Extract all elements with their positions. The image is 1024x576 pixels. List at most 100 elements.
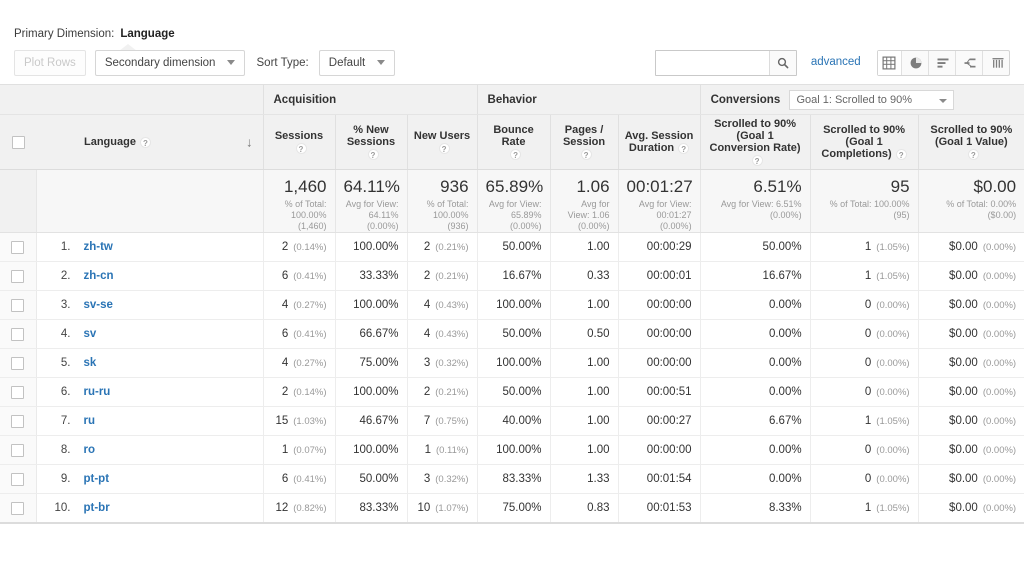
acquisition-group-label: Acquisition	[273, 93, 337, 106]
summary-new-users-sub: % of Total: 100.00% (936)	[426, 199, 469, 231]
column-header-bounce-rate[interactable]: Bounce Rate?	[476, 114, 551, 170]
cell-goal-completions-value: 1	[864, 415, 872, 427]
column-header-goal-value[interactable]: Scrolled to 90% (Goal 1 Value)?	[917, 114, 1024, 170]
cell-avg-duration: 00:00:01	[617, 261, 701, 291]
cell-pages-session: 0.83	[549, 493, 619, 523]
row-checkbox[interactable]	[11, 443, 25, 457]
cell-goal-value-value: $0.00	[949, 299, 978, 311]
sort-descending-icon[interactable]: ↓	[246, 136, 253, 149]
cell-goal-completions: 0 (0.00%)	[809, 464, 919, 494]
row-checkbox-cell	[0, 348, 37, 378]
cell-bounce-rate: 100.00%	[476, 290, 551, 320]
comparison-view-icon[interactable]	[959, 51, 983, 75]
cell-pages-session: 0.50	[549, 319, 619, 349]
goal-select-dropdown[interactable]: Goal 1: Scrolled to 90%	[789, 89, 955, 110]
row-index: 3.	[60, 299, 71, 311]
sort-type-select[interactable]: Default	[318, 50, 396, 76]
help-icon[interactable]: ?	[295, 142, 307, 154]
row-checkbox[interactable]	[11, 501, 25, 515]
help-icon[interactable]: ?	[751, 154, 763, 166]
column-header-goal-completions[interactable]: Scrolled to 90% (Goal 1 Completions)?	[809, 114, 919, 170]
row-checkbox[interactable]	[11, 240, 25, 254]
cell-sessions-pct: (0.41%)	[293, 329, 327, 340]
column-header-new-sessions[interactable]: % New Sessions?	[334, 114, 407, 170]
help-icon[interactable]: ?	[967, 148, 979, 160]
secondary-dimension-button[interactable]: Secondary dimension	[94, 50, 246, 76]
row-language-link[interactable]: zh-tw	[84, 241, 113, 253]
row-language-link[interactable]: sv	[84, 328, 97, 340]
row-language-link[interactable]: ro	[84, 444, 96, 456]
toolbar-right-group: advanced	[654, 50, 1010, 76]
column-header-avg-duration[interactable]: Avg. Session Duration?	[617, 114, 701, 170]
row-checkbox[interactable]	[11, 385, 25, 399]
help-icon[interactable]: ?	[510, 148, 522, 160]
cell-new-users-pct: (0.75%)	[435, 416, 469, 427]
help-icon[interactable]: ?	[438, 142, 450, 154]
cell-sessions: 6 (0.41%)	[262, 464, 335, 494]
column-header-goal-rate[interactable]: Scrolled to 90% (Goal 1 Conversion Rate)…	[699, 114, 811, 170]
cell-goal-value-pct: (0.00%)	[982, 503, 1017, 514]
report-data-table: Acquisition Behavior Conversions Goal 1:…	[0, 84, 1024, 524]
column-label-goal-completions: Scrolled to 90% (Goal 1 Completions)	[821, 124, 906, 160]
help-icon[interactable]: ?	[367, 148, 379, 160]
cell-new-sessions: 100.00%	[334, 232, 407, 262]
search-input[interactable]	[655, 51, 774, 73]
summary-new-sessions-sub: Avg for View: 64.11% (0.00%)	[345, 199, 399, 231]
search-button[interactable]	[768, 51, 796, 75]
row-dimension-cell: 8. ro	[36, 435, 263, 465]
help-icon[interactable]: ?	[678, 142, 690, 154]
table-view-icon[interactable]	[877, 51, 902, 75]
column-label-pages-session: Pages / Session	[562, 124, 606, 148]
row-language-link[interactable]: ru-ru	[84, 386, 111, 398]
cell-goal-value: $0.00 (0.00%)	[917, 464, 1024, 494]
row-checkbox[interactable]	[11, 356, 25, 370]
select-all-checkbox[interactable]	[11, 135, 25, 149]
row-checkbox[interactable]	[11, 269, 25, 283]
cell-new-users: 2 (0.21%)	[406, 232, 478, 262]
summary-goal-completions: 95 % of Total: 100.00% (95)	[809, 169, 919, 233]
cell-sessions-pct: (0.27%)	[293, 358, 327, 369]
row-language-link[interactable]: sv-se	[84, 299, 113, 311]
row-language-link[interactable]: ru	[84, 415, 96, 427]
help-icon[interactable]: ?	[139, 136, 151, 148]
cell-goal-value-value: $0.00	[949, 241, 978, 253]
row-language-link[interactable]: pt-pt	[84, 473, 110, 485]
cell-new-sessions: 100.00%	[334, 377, 407, 407]
cell-new-users-pct: (0.21%)	[435, 242, 469, 253]
help-icon[interactable]: ?	[895, 148, 907, 160]
column-header-pages-session[interactable]: Pages / Session?	[549, 114, 619, 170]
pie-chart-view-icon[interactable]	[905, 51, 929, 75]
pivot-view-icon[interactable]	[986, 51, 1009, 75]
row-checkbox[interactable]	[11, 414, 25, 428]
cell-goal-value-pct: (0.00%)	[982, 329, 1017, 340]
table-row: 10. pt-br 12 (0.82%) 83.33% 10 (1.07%) 75.00% 0.…	[0, 493, 1024, 523]
report-toolbar: Plot Rows Secondary dimension Sort Type:…	[14, 50, 1010, 78]
column-header-language[interactable]: Language? ↓	[36, 114, 263, 170]
column-header-sessions[interactable]: Sessions?	[262, 114, 335, 170]
cell-new-users-pct: (0.21%)	[435, 387, 469, 398]
row-language-link[interactable]: zh-cn	[84, 270, 114, 282]
help-icon[interactable]: ?	[580, 148, 592, 160]
group-header-conversions: Conversions Goal 1: Scrolled to 90%	[699, 85, 1024, 115]
row-checkbox[interactable]	[11, 472, 25, 486]
cell-new-users: 3 (0.32%)	[406, 464, 478, 494]
row-index: 2.	[60, 270, 71, 282]
cell-sessions-pct: (1.03%)	[293, 416, 327, 427]
column-label-sessions: Sessions	[274, 130, 324, 142]
row-checkbox[interactable]	[11, 327, 25, 341]
cell-goal-rate: 16.67%	[699, 261, 811, 291]
row-checkbox[interactable]	[11, 298, 25, 312]
row-checkbox-cell	[0, 377, 37, 407]
cell-goal-value-pct: (0.00%)	[982, 416, 1017, 427]
column-header-new-users[interactable]: New Users?	[406, 114, 478, 170]
primary-dimension-value[interactable]: Language	[120, 28, 174, 40]
plot-rows-button[interactable]: Plot Rows	[14, 50, 86, 76]
performance-view-icon[interactable]	[932, 51, 956, 75]
row-index: 8.	[60, 444, 71, 456]
row-language-link[interactable]: pt-br	[84, 502, 110, 514]
cell-sessions-pct: (0.82%)	[293, 503, 327, 514]
cell-goal-completions-pct: (1.05%)	[876, 271, 910, 282]
row-language-link[interactable]: sk	[84, 357, 97, 369]
secondary-dimension-label: Secondary dimension	[104, 57, 216, 69]
advanced-link[interactable]: advanced	[811, 50, 861, 74]
